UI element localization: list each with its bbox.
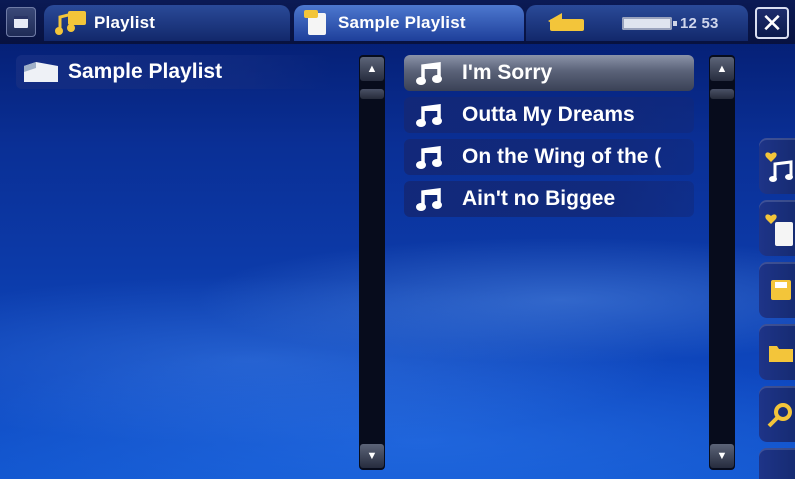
scroll-thumb[interactable] [710,89,734,99]
status-tab: 12 53 [526,5,748,41]
folder-icon [769,346,793,362]
music-note-icon [416,62,442,85]
close-button[interactable]: ✕ [755,7,789,39]
menu-button[interactable] [6,7,36,37]
tools-button[interactable] [759,386,795,442]
song-row[interactable]: I'm Sorry [404,55,694,91]
tab-playlist[interactable]: Playlist [44,5,290,41]
song-row[interactable]: Outta My Dreams [404,97,694,133]
save-button[interactable] [759,262,795,318]
tab-playlist-label: Playlist [94,13,156,32]
top-bar: Playlist Sample Playlist 12 53 ✕ [0,0,795,44]
clock: 12 53 [680,15,719,32]
playlist-file-icon [304,10,326,35]
favorite-document-icon [765,214,793,246]
music-note-icon [416,146,442,169]
music-note-icon [416,104,442,127]
left-scrollbar[interactable]: ▲ ▼ [359,55,385,470]
favorite-music-button[interactable] [759,138,795,194]
transfer-icon [548,13,584,31]
battery-icon [622,17,677,30]
scroll-thumb[interactable] [360,89,384,99]
tab-sample-label: Sample Playlist [338,13,466,32]
song-row[interactable]: Ain't no Biggee [404,181,694,217]
folder-button[interactable] [759,324,795,380]
tab-sample-playlist[interactable]: Sample Playlist [294,5,524,41]
scroll-up-arrow-icon[interactable]: ▲ [360,57,384,81]
playlist-music-icon [55,11,86,35]
song-title: On the Wing of the ( [462,145,662,168]
song-title: I'm Sorry [462,61,553,84]
scroll-down-arrow-icon[interactable]: ▼ [710,444,734,468]
save-icon [771,280,791,300]
song-title: Ain't no Biggee [462,187,616,210]
music-note-icon [416,188,442,211]
folder-icon [24,62,58,82]
left-item-label: Sample Playlist [68,60,223,83]
scroll-up-arrow-icon[interactable]: ▲ [710,57,734,81]
screen: Playlist Sample Playlist 12 53 ✕ Sample … [0,0,795,479]
song-title: Outta My Dreams [462,103,635,126]
song-row[interactable]: On the Wing of the ( [404,139,694,175]
more-button[interactable] [759,448,795,479]
favorite-music-icon [765,152,793,182]
tools-icon [767,403,792,428]
right-scrollbar[interactable]: ▲ ▼ [709,55,735,470]
close-icon: ✕ [761,8,783,38]
favorite-document-button[interactable] [759,200,795,256]
scroll-down-arrow-icon[interactable]: ▼ [360,444,384,468]
left-list-item[interactable]: Sample Playlist [16,55,332,89]
